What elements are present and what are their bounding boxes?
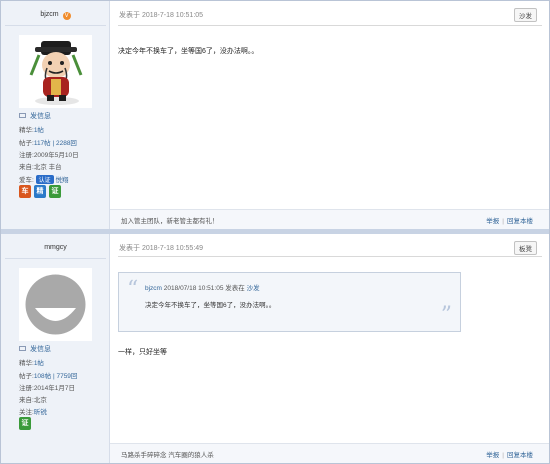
send-message-label: 发信息 xyxy=(30,346,51,353)
default-avatar-icon xyxy=(19,268,92,341)
stat-label: 帖子: xyxy=(19,140,34,147)
quote-floor-link[interactable]: 沙发 xyxy=(247,285,260,292)
medal-icon[interactable]: 精 xyxy=(34,185,46,198)
post-actions: 举报 | 回复本楼 xyxy=(486,215,533,225)
zhuce-value: 2014年1月7日 xyxy=(33,385,76,392)
author-info: bjzcm V xyxy=(1,11,110,20)
envelope-icon xyxy=(19,346,26,351)
stat-label: 注册: xyxy=(19,385,34,392)
reply-link[interactable]: 回复本楼 xyxy=(507,452,533,459)
quote-block: “ bjzcm 2018/07/18 10:51:05 发表在 沙发 决定今年不… xyxy=(118,272,461,332)
stat-zhuce: 注册:2009年5月10日 xyxy=(19,149,79,159)
signature-link[interactable]: 马路杀手碎碎念 汽车圈的狼人杀 xyxy=(121,449,214,459)
certified-tag: 认证 xyxy=(35,175,54,184)
stat-laizi: 来自:北京 丰台 xyxy=(19,161,62,171)
report-link[interactable]: 举报 xyxy=(486,452,499,459)
quote-author-link[interactable]: bjzcm xyxy=(145,285,162,292)
divider xyxy=(118,256,542,257)
quote-meta: bjzcm 2018/07/18 10:51:05 发表在 沙发 xyxy=(145,282,260,292)
avatar[interactable] xyxy=(19,35,92,108)
laizi-value: 北京 xyxy=(33,397,47,404)
stat-label: 关注: xyxy=(19,409,34,416)
follow-link[interactable]: 昕锐 xyxy=(34,409,47,416)
post-footer: 加入管主团队，新老管主都有礼！ 举报 | 回复本楼 xyxy=(110,209,549,229)
stat-tiezi: 帖子:117帖 | 2288回 xyxy=(19,137,77,147)
laizi-value: 北京 丰台 xyxy=(33,164,62,171)
stat-guanzhu: 关注:昕锐 xyxy=(19,406,47,416)
post-content: 一样，只好坐等 xyxy=(118,349,167,356)
stat-label: 来自: xyxy=(19,164,34,171)
quote-text: 决定今年不换车了，坐等国6了，没办法啊。。 xyxy=(145,302,276,309)
stat-jinghua: 精华:1帖 xyxy=(19,357,44,367)
medal-icon[interactable]: 证 xyxy=(49,185,61,198)
author-panel: bjzcm V 发信息 精华:1帖 帖子:117帖 | 2288回 注册:200… xyxy=(1,1,110,229)
stat-label: 精华: xyxy=(19,127,34,134)
medal-icon[interactable]: 证 xyxy=(19,417,31,430)
username-link[interactable]: mmgcy xyxy=(1,244,110,251)
stat-label: 精华: xyxy=(19,360,34,367)
username-link[interactable]: bjzcm xyxy=(40,11,58,18)
post-time: 发表于 2018-7-18 10:55:49 xyxy=(119,245,204,252)
send-message-link[interactable]: 发信息 xyxy=(19,344,51,354)
quote-close-icon: ” xyxy=(440,303,452,328)
car-link[interactable]: 悦翔 xyxy=(55,177,68,184)
post-time: 发表于 2018-7-18 10:51:05 xyxy=(119,12,204,19)
author-panel: mmgcy 发信息 精华:1帖 帖子:108帖 | 7759回 注册:2014年… xyxy=(1,234,110,463)
divider xyxy=(118,25,542,26)
divider xyxy=(5,258,106,259)
post-footer: 马路杀手碎碎念 汽车圈的狼人杀 举报 | 回复本楼 xyxy=(110,443,549,463)
divider: | xyxy=(502,452,504,459)
signature-link[interactable]: 加入管主团队，新老管主都有礼！ xyxy=(121,215,219,225)
stat-label: 帖子: xyxy=(19,373,34,380)
stat-laizi: 来自:北京 xyxy=(19,394,47,404)
divider: | xyxy=(502,218,504,225)
stat-zhuce: 注册:2014年1月7日 xyxy=(19,382,75,392)
stat-label: 注册: xyxy=(19,152,34,159)
post-content: 决定今年不换车了，坐等国6了，没办法啊。。 xyxy=(118,48,259,55)
floor-label[interactable]: 沙发 xyxy=(514,8,537,22)
medal-list: 证 xyxy=(19,417,31,430)
avatar-image xyxy=(29,41,83,105)
tiezi-link[interactable]: 117帖 | 2288回 xyxy=(34,140,77,147)
post-body: 发表于 2018-7-18 10:51:05 沙发 决定今年不换车了，坐等国6了… xyxy=(110,1,549,229)
divider xyxy=(5,25,106,26)
post-2: mmgcy 发信息 精华:1帖 帖子:108帖 | 7759回 注册:2014年… xyxy=(1,234,549,463)
post-body: 发表于 2018-7-18 10:55:49 板凳 “ bjzcm 2018/0… xyxy=(110,234,549,463)
medal-list: 车 精 证 xyxy=(19,185,61,198)
quote-open-icon: “ xyxy=(127,277,139,302)
send-message-link[interactable]: 发信息 xyxy=(19,111,51,121)
medal-icon[interactable]: 车 xyxy=(19,185,31,198)
v-badge-icon: V xyxy=(62,12,71,20)
reply-link[interactable]: 回复本楼 xyxy=(507,218,533,225)
zhuce-value: 2009年5月10日 xyxy=(33,152,79,159)
quote-time: 2018/07/18 10:51:05 发表在 xyxy=(163,285,245,292)
report-link[interactable]: 举报 xyxy=(486,218,499,225)
tiezi-link[interactable]: 108帖 | 7759回 xyxy=(34,373,78,380)
avatar[interactable] xyxy=(19,268,92,341)
envelope-icon xyxy=(19,113,26,118)
floor-label[interactable]: 板凳 xyxy=(514,241,537,255)
stat-jinghua: 精华:1帖 xyxy=(19,124,44,134)
send-message-label: 发信息 xyxy=(30,113,51,120)
stat-aiche: 爱车: 认证 悦翔 xyxy=(19,174,68,184)
post-1: bjzcm V 发信息 精华:1帖 帖子:117帖 | 2288回 注册:200… xyxy=(1,1,549,229)
jinghua-link[interactable]: 1帖 xyxy=(34,127,44,134)
post-actions: 举报 | 回复本楼 xyxy=(486,449,533,459)
stat-label: 爱车: xyxy=(19,177,34,184)
stat-label: 来自: xyxy=(19,397,34,404)
stat-tiezi: 帖子:108帖 | 7759回 xyxy=(19,370,77,380)
jinghua-link[interactable]: 1帖 xyxy=(34,360,44,367)
